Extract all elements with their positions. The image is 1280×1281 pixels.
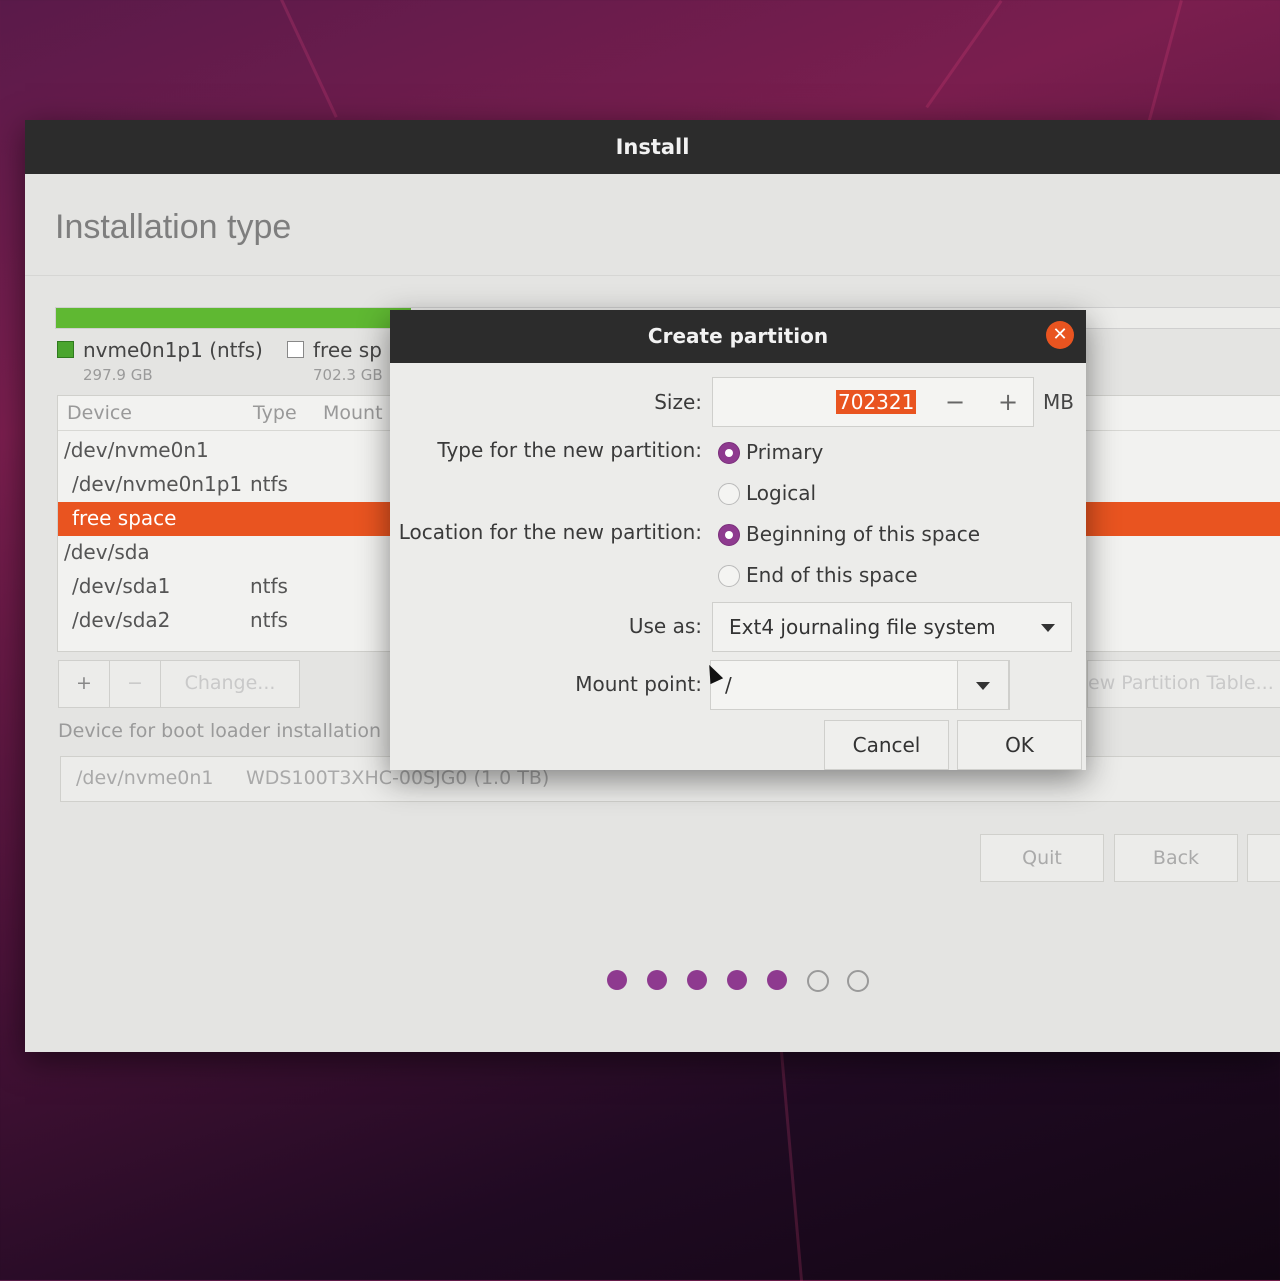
progress-dot-complete xyxy=(647,970,667,990)
legend-swatch-green xyxy=(57,341,74,358)
dialog-title: Create partition xyxy=(390,310,1086,363)
size-label: Size: xyxy=(654,390,702,414)
size-spinbox[interactable]: 702321 − + xyxy=(712,377,1034,427)
cancel-button[interactable]: Cancel xyxy=(824,720,949,770)
row-device: /dev/sda2 xyxy=(72,608,171,632)
chevron-down-icon xyxy=(1041,624,1055,632)
row-device: /dev/nvme0n1 xyxy=(64,438,209,462)
progress-dot-pending xyxy=(847,970,869,992)
plus-icon[interactable]: + xyxy=(990,384,1026,420)
beginning-radio[interactable] xyxy=(718,524,740,546)
size-unit: MB xyxy=(1043,390,1074,414)
logical-radio[interactable] xyxy=(718,483,740,505)
bootloader-device: /dev/nvme0n1 xyxy=(76,767,214,789)
legend-label: nvme0n1p1 (ntfs) xyxy=(83,338,263,362)
legend-size: 702.3 GB xyxy=(313,366,383,384)
legend-item-nvme0n1p1: nvme0n1p1 (ntfs) 297.9 GB xyxy=(57,338,263,384)
minus-icon[interactable]: − xyxy=(937,384,973,420)
mount-point-value: / xyxy=(725,673,732,697)
progress-dot-complete xyxy=(687,970,707,990)
change-partition-button[interactable]: Change... xyxy=(160,660,300,708)
use-as-label: Use as: xyxy=(628,614,702,638)
primary-radio[interactable] xyxy=(718,442,740,464)
remove-partition-button[interactable]: − xyxy=(109,660,161,708)
row-device: /dev/nvme0n1p1 xyxy=(72,472,243,496)
type-label: Type for the new partition: xyxy=(437,438,702,462)
size-input[interactable]: 702321 xyxy=(836,390,917,414)
chevron-down-icon xyxy=(976,682,990,690)
beginning-label[interactable]: Beginning of this space xyxy=(746,522,980,546)
row-device: /dev/sda xyxy=(64,540,150,564)
add-partition-button[interactable]: + xyxy=(58,660,110,708)
progress-dot-complete xyxy=(767,970,787,990)
back-button[interactable]: Back xyxy=(1114,834,1238,882)
window-title: Install xyxy=(25,120,1280,174)
column-header-mount[interactable]: Mount xyxy=(323,402,383,424)
wallpaper-streak xyxy=(780,1051,804,1281)
divider xyxy=(25,275,1280,276)
use-as-dropdown[interactable]: Ext4 journaling file system xyxy=(712,602,1072,652)
row-device: /dev/sda1 xyxy=(72,574,171,598)
partition-usage-fill xyxy=(56,308,412,328)
legend-label: free sp xyxy=(313,338,382,362)
column-header-type[interactable]: Type xyxy=(253,402,297,424)
ok-button[interactable]: OK xyxy=(957,720,1082,770)
wallpaper-streak xyxy=(280,0,338,118)
legend-size: 297.9 GB xyxy=(83,366,153,384)
progress-dot-complete xyxy=(727,970,747,990)
row-device: free space xyxy=(72,506,177,530)
create-partition-dialog: Create partition ✕ Size: 702321 − + MB T… xyxy=(390,310,1086,770)
mount-point-label: Mount point: xyxy=(575,672,702,696)
row-type: ntfs xyxy=(250,472,288,496)
legend-swatch-white xyxy=(287,341,304,358)
legend-item-free-space: free sp 702.3 GB xyxy=(287,338,383,384)
logical-label[interactable]: Logical xyxy=(746,481,816,505)
end-radio[interactable] xyxy=(718,565,740,587)
location-label: Location for the new partition: xyxy=(398,520,702,544)
mount-point-dropdown-button[interactable] xyxy=(957,660,1009,710)
row-type: ntfs xyxy=(250,608,288,632)
primary-label[interactable]: Primary xyxy=(746,440,823,464)
wallpaper-streak xyxy=(925,0,1003,109)
quit-button[interactable]: Quit xyxy=(980,834,1104,882)
progress-dot-complete xyxy=(607,970,627,990)
new-partition-table-button[interactable]: ew Partition Table... xyxy=(1087,660,1280,708)
bootloader-label: Device for boot loader installation xyxy=(58,720,382,742)
close-icon[interactable]: ✕ xyxy=(1046,321,1074,349)
progress-dot-pending xyxy=(807,970,829,992)
install-now-button[interactable] xyxy=(1247,834,1280,882)
wallpaper-streak xyxy=(1146,0,1183,127)
end-label[interactable]: End of this space xyxy=(746,563,918,587)
column-header-device[interactable]: Device xyxy=(67,402,132,424)
page-title: Installation type xyxy=(55,208,292,246)
use-as-value: Ext4 journaling file system xyxy=(729,615,996,639)
row-type: ntfs xyxy=(250,574,288,598)
bootloader-model: WDS100T3XHC-00SJG0 (1.0 TB) xyxy=(246,767,550,789)
